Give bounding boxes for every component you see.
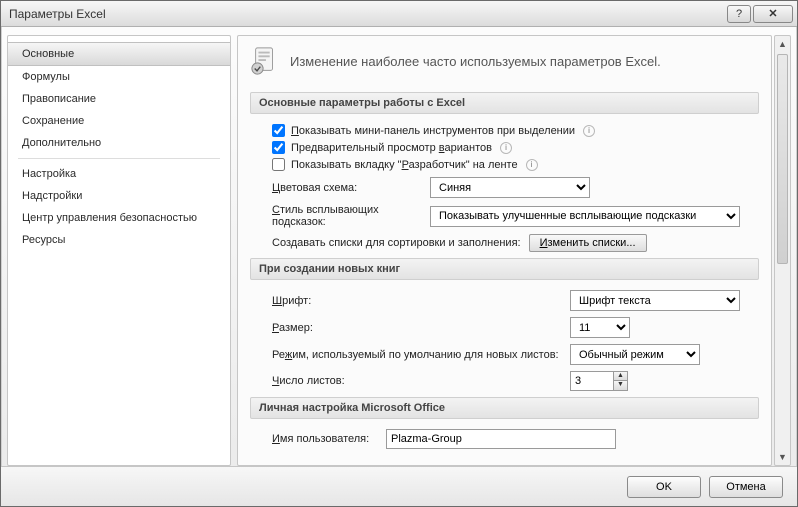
chk-mini-panel[interactable] [272, 124, 285, 137]
tooltip-style-label: Стиль всплывающихподсказок: [250, 204, 422, 228]
cancel-button[interactable]: Отмена [709, 476, 783, 498]
options-content: Изменение наиболее часто используемых па… [237, 35, 772, 466]
nav-item-trustcenter[interactable]: Центр управления безопасностью [8, 207, 230, 229]
default-view-label: Режим, используемый по умолчанию для нов… [272, 349, 562, 361]
chk-live-preview[interactable] [272, 141, 285, 154]
color-scheme-label: Цветовая схема: [250, 182, 422, 194]
nav-item-resources[interactable]: Ресурсы [8, 229, 230, 251]
chk-mini-panel-label: Показывать мини-панель инструментов при … [291, 125, 575, 137]
chk-developer-tab[interactable] [272, 158, 285, 171]
sheet-count-label: Число листов: [272, 375, 562, 387]
nav-item-addins[interactable]: Надстройки [8, 185, 230, 207]
nav-separator [18, 158, 220, 159]
nav-item-customize[interactable]: Настройка [8, 163, 230, 185]
category-sidebar: Основные Формулы Правописание Сохранение… [7, 35, 231, 466]
info-icon[interactable]: i [583, 125, 595, 137]
color-scheme-select[interactable]: Синяя [430, 177, 590, 198]
font-size-label: Размер: [272, 322, 562, 334]
chk-developer-tab-label: Показывать вкладку "Разработчик" на лент… [291, 159, 518, 171]
info-icon[interactable]: i [526, 159, 538, 171]
font-label: Шрифт: [272, 295, 562, 307]
excel-options-dialog: Параметры Excel ? ✕ Основные Формулы Пра… [0, 0, 798, 507]
titlebar: Параметры Excel ? ✕ [1, 1, 797, 27]
font-size-select[interactable]: 11 [570, 317, 630, 338]
sheet-count-input[interactable] [570, 371, 614, 391]
scroll-thumb[interactable] [777, 54, 788, 264]
popular-options-icon [250, 46, 280, 76]
username-label: Имя пользователя: [272, 433, 378, 445]
chk-live-preview-label: Предварительный просмотр вариантов [291, 142, 492, 154]
nav-item-proofing[interactable]: Правописание [8, 88, 230, 110]
info-icon[interactable]: i [500, 142, 512, 154]
section-main-fields: Показывать мини-панель инструментов при … [250, 124, 759, 252]
spin-up-button[interactable]: ▲ [613, 371, 628, 381]
page-description: Изменение наиболее часто используемых па… [290, 54, 661, 69]
tooltip-style-select[interactable]: Показывать улучшенные всплывающие подска… [430, 206, 740, 227]
dialog-body: Основные Формулы Правописание Сохранение… [1, 27, 797, 466]
section-personal-fields: Имя пользователя: [250, 429, 759, 449]
page-banner: Изменение наиболее часто используемых па… [250, 46, 759, 86]
help-button[interactable]: ? [727, 5, 751, 23]
section-main-header: Основные параметры работы с Excel [250, 92, 759, 114]
window-title: Параметры Excel [9, 7, 725, 21]
nav-item-popular[interactable]: Основные [8, 42, 230, 66]
section-newbooks-fields: Шрифт: Шрифт текста Размер: 11 Режим, ис… [250, 290, 759, 391]
scroll-up-icon[interactable]: ▲ [778, 38, 787, 50]
section-newbooks-header: При создании новых книг [250, 258, 759, 280]
font-select[interactable]: Шрифт текста [570, 290, 740, 311]
username-input[interactable] [386, 429, 616, 449]
default-view-select[interactable]: Обычный режим [570, 344, 700, 365]
nav-item-formulas[interactable]: Формулы [8, 66, 230, 88]
nav-item-save[interactable]: Сохранение [8, 110, 230, 132]
scroll-down-icon[interactable]: ▼ [778, 451, 787, 463]
content-scrollbar[interactable]: ▲ ▼ [774, 35, 791, 466]
edit-lists-button[interactable]: Изменить списки... [529, 234, 647, 252]
edit-lists-label: Создавать списки для сортировки и заполн… [250, 237, 521, 249]
content-wrap: Изменение наиболее часто используемых па… [237, 35, 791, 466]
spin-down-button[interactable]: ▼ [613, 381, 628, 391]
nav-item-advanced[interactable]: Дополнительно [8, 132, 230, 154]
section-personal-header: Личная настройка Microsoft Office [250, 397, 759, 419]
ok-button[interactable]: OK [627, 476, 701, 498]
dialog-footer: OK Отмена [1, 466, 797, 506]
close-button[interactable]: ✕ [753, 5, 793, 23]
